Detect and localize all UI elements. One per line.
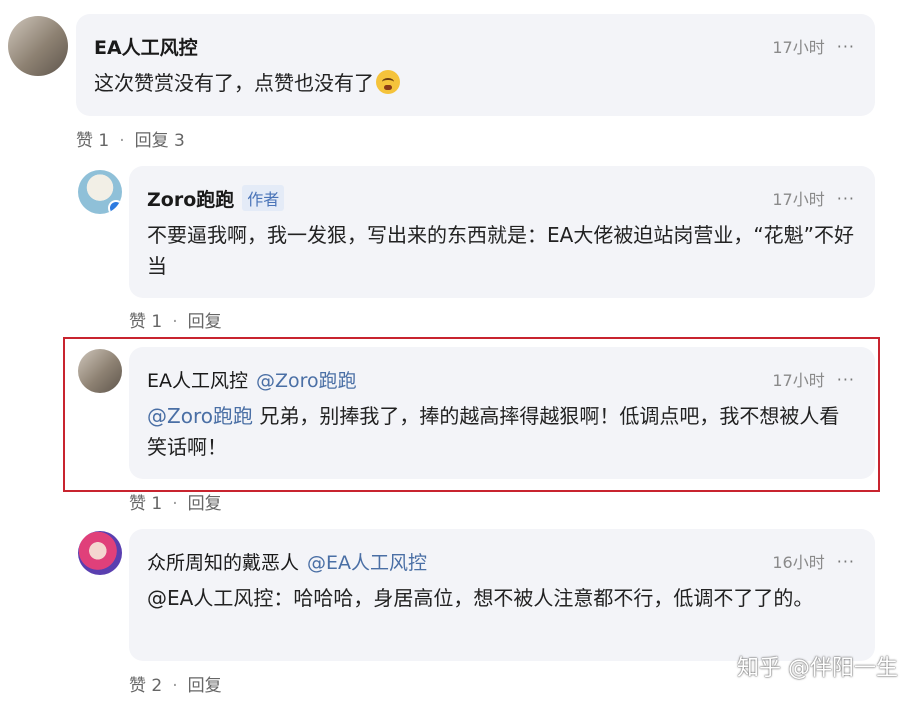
comment-bubble: 众所周知的戴恶人 @EA人工风控 16小时 ··· @EA人工风控：哈哈哈，身居… [129,529,875,661]
comment-actions: 赞 1 · 回复 3 [76,126,185,151]
comment-author[interactable]: Zoro跑跑 [147,185,234,212]
comment-time: 17小时 [772,38,825,57]
verified-badge-icon [108,200,122,214]
comment-time: 17小时 [772,190,825,209]
watermark: 知乎 @伴阳一生 [737,656,898,681]
separator: · [172,676,178,696]
highlight-box [63,337,880,492]
more-options-icon[interactable]: ··· [837,189,855,208]
separator: · [172,312,178,332]
comment-bubble: EA人工风控 17小时 ··· 这次赞赏没有了，点赞也没有了 [76,14,875,116]
author-tag: 作者 [242,185,285,211]
comment-bubble: Zoro跑跑 作者 17小时 ··· 不要逼我啊，我一发狠，写出来的东西就是：E… [129,166,875,298]
comment-actions: 赞 2 · 回复 [129,671,222,696]
avatar[interactable] [78,531,122,575]
more-options-icon[interactable]: ··· [837,552,855,571]
like-button[interactable]: 赞 2 [129,676,162,696]
reply-button[interactable]: 回复 [188,676,222,696]
comment-text: @EA人工风控：哈哈哈，身居高位，想不被人注意都不行，低调不了了的。 [147,586,814,610]
comment-actions: 赞 1 · 回复 [129,489,222,514]
comment-author[interactable]: EA人工风控 [94,33,198,60]
like-button[interactable]: 赞 1 [129,494,162,514]
reply-button[interactable]: 回复 [188,494,222,514]
comment-text-content: 这次赞赏没有了，点赞也没有了 [94,71,374,95]
comment-text: 这次赞赏没有了，点赞也没有了 [94,68,855,99]
more-options-icon[interactable]: ··· [837,37,855,56]
comment-actions: 赞 1 · 回复 [129,307,222,332]
comment-author[interactable]: 众所周知的戴恶人 [147,548,299,575]
avatar[interactable] [8,16,68,76]
separator: · [172,494,178,514]
reply-button[interactable]: 回复 3 [135,131,185,151]
comment-text: 不要逼我啊，我一发狠，写出来的东西就是：EA大佬被迫站岗营业，“花魁”不好当 [147,223,855,278]
emoji-icon [376,70,400,94]
like-button[interactable]: 赞 1 [129,312,162,332]
avatar[interactable] [78,170,122,214]
reply-button[interactable]: 回复 [188,312,222,332]
separator: · [119,131,125,151]
comment-time: 16小时 [772,553,825,572]
like-button[interactable]: 赞 1 [76,131,109,151]
reply-to-mention[interactable]: @EA人工风控 [307,548,427,575]
